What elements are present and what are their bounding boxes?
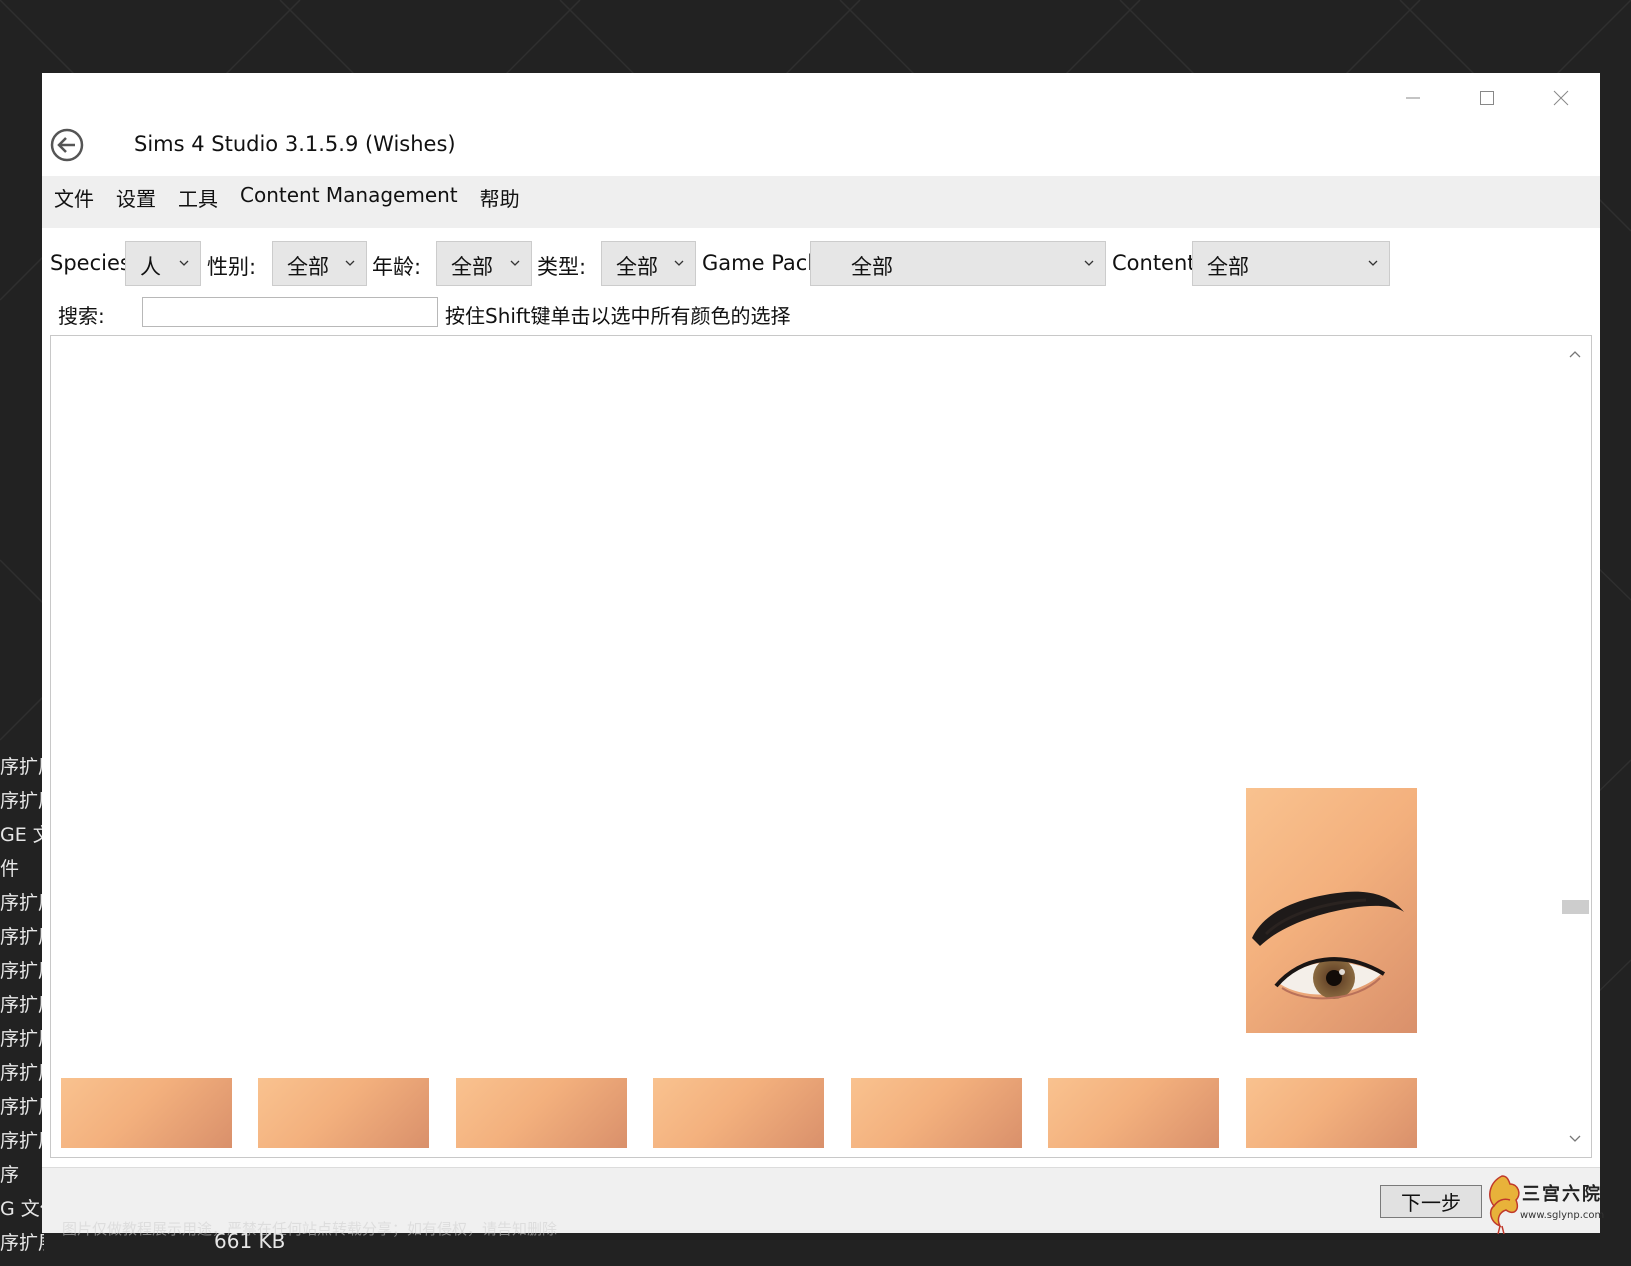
- type-dropdown[interactable]: 全部: [601, 241, 696, 286]
- gender-dropdown[interactable]: 全部: [272, 241, 367, 286]
- desktop-status-text: 图片仅做教程展示用途，严禁在任何站点转载分享；如有侵权，请告知删除: [62, 1220, 558, 1238]
- type-label: 类型:: [537, 255, 587, 279]
- gender-label: 性别:: [207, 255, 257, 279]
- skin-thumbnail[interactable]: [1246, 1078, 1417, 1148]
- chevron-down-icon: [179, 260, 189, 266]
- desktop-file-type: 序扩展: [0, 926, 44, 948]
- app-window: Sims 4 Studio 3.1.5.9 (Wishes) 文件 设置 工具 …: [42, 73, 1600, 1233]
- age-value: 全部: [451, 255, 493, 279]
- eye-eyebrow-preview-icon: [1252, 891, 1404, 1000]
- chevron-down-icon: [345, 260, 355, 266]
- menu-tools[interactable]: 工具: [174, 180, 230, 212]
- chevron-down-icon[interactable]: [1568, 1131, 1582, 1145]
- age-dropdown[interactable]: 全部: [436, 241, 532, 286]
- desktop-file-type: 序扩展: [0, 1096, 44, 1118]
- gender-value: 全部: [287, 255, 329, 279]
- desktop-file-type: 序: [0, 1164, 20, 1186]
- search-input[interactable]: [142, 297, 438, 327]
- menu-content-management[interactable]: Content Management: [236, 180, 470, 207]
- skin-thumbnail[interactable]: [851, 1078, 1022, 1148]
- search-hint: 按住Shift键单击以选中所有颜色的选择: [445, 304, 791, 328]
- next-button[interactable]: 下一步: [1380, 1185, 1482, 1218]
- scrollbar-thumb[interactable]: [1562, 900, 1589, 914]
- skin-thumbnail[interactable]: [61, 1078, 232, 1148]
- game-pack-value: 全部: [851, 255, 893, 279]
- menu-help[interactable]: 帮助: [476, 180, 532, 212]
- species-dropdown[interactable]: 人: [125, 241, 201, 286]
- chevron-down-icon: [674, 260, 684, 266]
- eyebrow-thumbnail[interactable]: [1246, 788, 1417, 1033]
- maximize-icon: [1480, 91, 1494, 105]
- desktop-file-type: G 文件: [0, 1198, 44, 1220]
- desktop-file-type: 序扩展: [0, 994, 44, 1016]
- desktop-file-type: 序扩展: [0, 1062, 44, 1084]
- desktop-file-type: 序扩展: [0, 790, 44, 812]
- skin-thumbnail[interactable]: [1048, 1078, 1219, 1148]
- minimize-button[interactable]: [1388, 83, 1438, 113]
- skin-thumbnail[interactable]: [456, 1078, 627, 1148]
- menu-bar: 文件 设置 工具 Content Management 帮助: [42, 176, 1600, 228]
- content-dropdown[interactable]: 全部: [1192, 241, 1390, 286]
- window-title: Sims 4 Studio 3.1.5.9 (Wishes): [134, 132, 456, 156]
- search-label: 搜索:: [58, 304, 105, 328]
- vertical-scrollbar[interactable]: [1560, 336, 1591, 1157]
- chevron-down-icon: [1368, 260, 1378, 266]
- type-value: 全部: [616, 255, 658, 279]
- desktop-file-type: 序扩展: [0, 960, 44, 982]
- game-pack-dropdown[interactable]: 全部: [810, 241, 1106, 286]
- close-icon: [1553, 90, 1569, 106]
- species-value: 人: [140, 255, 161, 279]
- desktop-file-type: 序扩展: [0, 1028, 44, 1050]
- age-label: 年龄:: [372, 255, 422, 279]
- filter-bar: Species 人 性别: 全部 年龄: 全部 类型: 全部 Game Pack…: [50, 241, 1570, 287]
- maximize-button[interactable]: [1462, 83, 1512, 113]
- skin-thumbnail[interactable]: [258, 1078, 429, 1148]
- close-button[interactable]: [1536, 83, 1586, 113]
- menu-file[interactable]: 文件: [50, 180, 106, 212]
- chevron-up-icon[interactable]: [1568, 348, 1582, 362]
- watermark-text: 三宫六院: [1522, 1184, 1602, 1205]
- desktop-file-type: 序扩展: [0, 756, 44, 778]
- content-value: 全部: [1207, 255, 1249, 279]
- content-label: Content: [1112, 251, 1196, 275]
- skin-thumbnail[interactable]: [653, 1078, 824, 1148]
- chevron-down-icon: [510, 260, 520, 266]
- site-watermark: 三宫六院 www.sglynp.com: [1480, 1170, 1630, 1236]
- desktop-file-type: 序扩展: [0, 1232, 44, 1254]
- back-button[interactable]: [50, 128, 84, 162]
- watermark-url: www.sglynp.com: [1520, 1210, 1605, 1221]
- desktop-file-type: 件: [0, 858, 20, 880]
- desktop-file-type: 序扩展: [0, 892, 44, 914]
- phoenix-logo-icon: [1489, 1175, 1520, 1235]
- desktop-file-type: GE 文: [0, 824, 44, 846]
- back-arrow-icon: [50, 128, 84, 162]
- item-grid: [50, 335, 1592, 1158]
- minimize-icon: [1406, 97, 1420, 99]
- desktop-file-type: 序扩展: [0, 1130, 44, 1152]
- species-label: Species: [50, 251, 131, 275]
- chevron-down-icon: [1084, 260, 1094, 266]
- menu-settings[interactable]: 设置: [112, 180, 168, 212]
- search-row: 搜索: 按住Shift键单击以选中所有颜色的选择: [50, 296, 1570, 332]
- game-pack-label: Game Pack: [702, 251, 820, 275]
